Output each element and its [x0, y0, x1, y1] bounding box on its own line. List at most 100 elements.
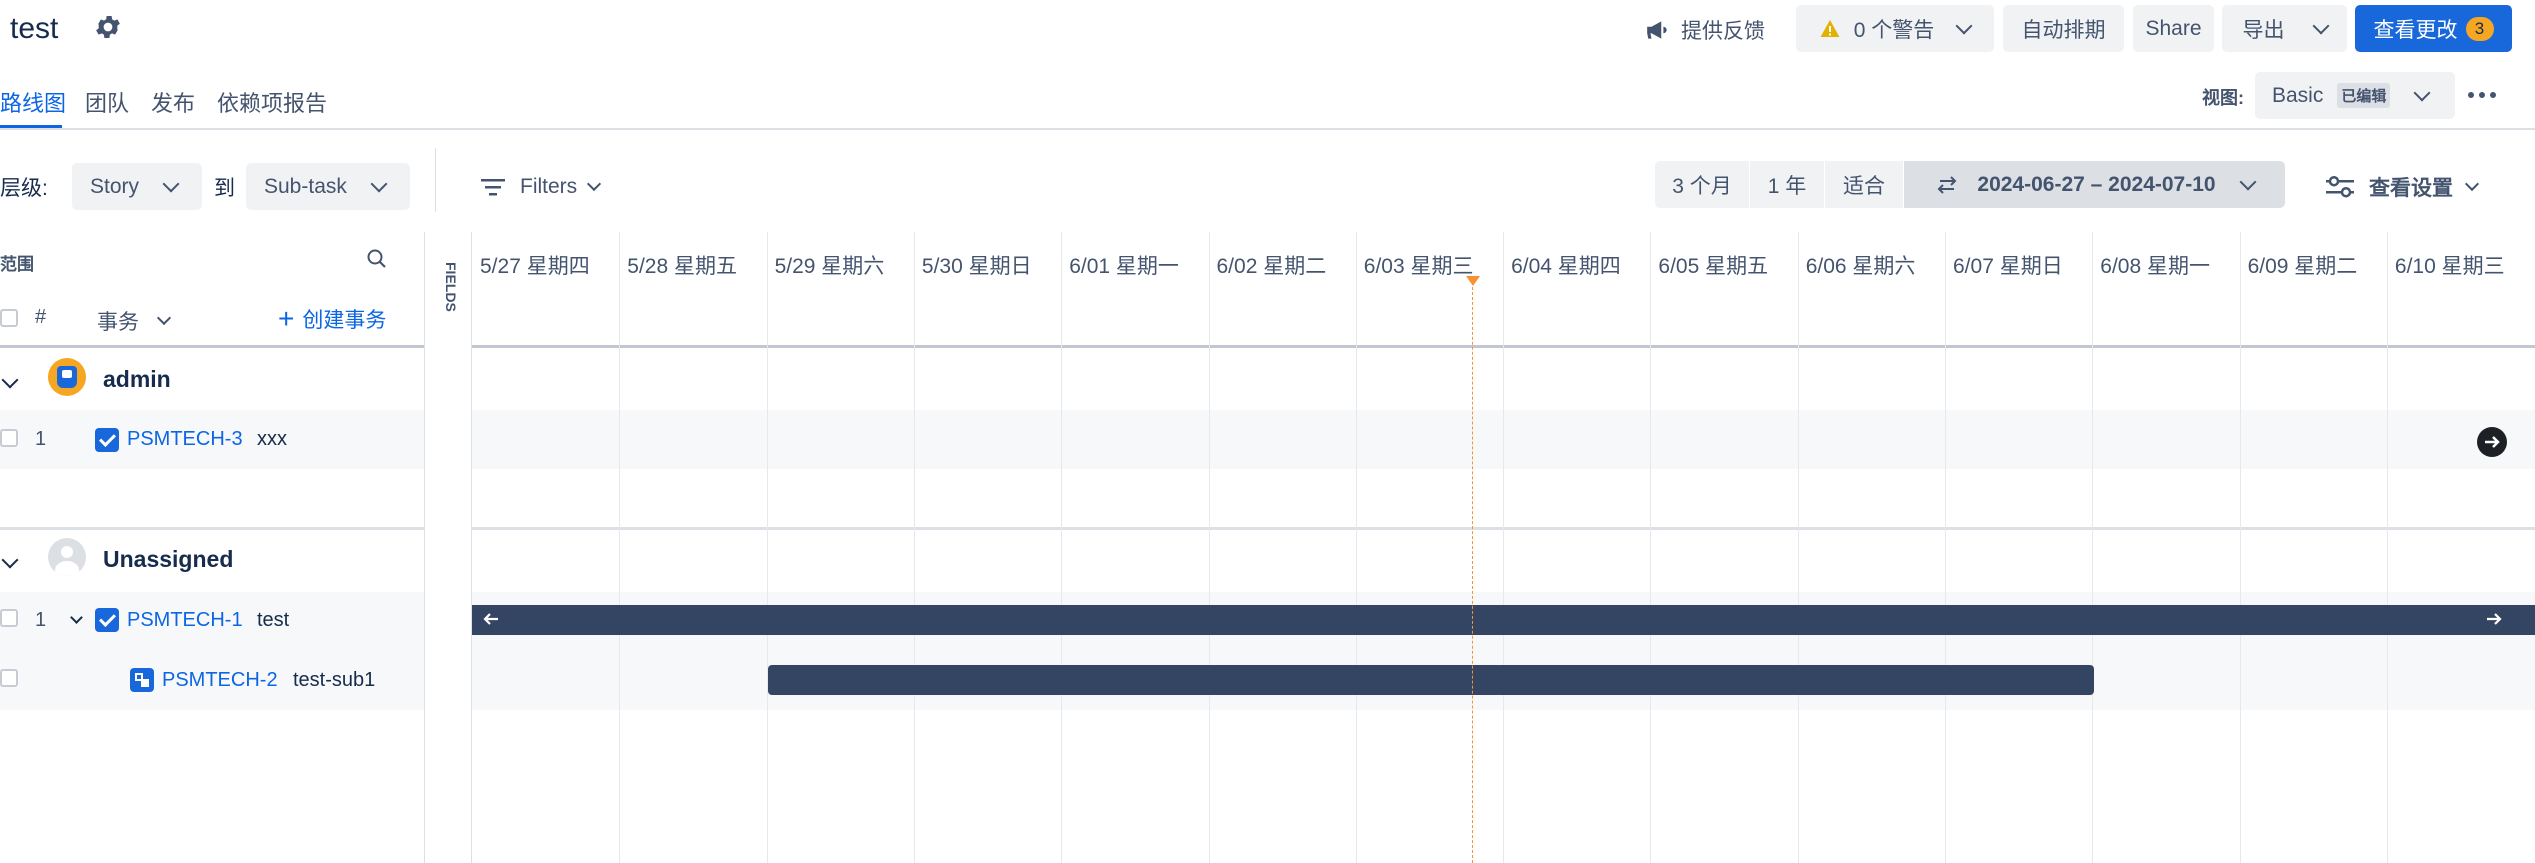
- to-label: 到: [214, 177, 235, 200]
- tab-teams[interactable]: 团队: [85, 86, 129, 118]
- timeline-grid-line: [2239, 232, 2241, 863]
- warning-icon: [1820, 19, 1840, 39]
- issue-key-link[interactable]: PSMTECH-3: [127, 428, 243, 451]
- issue-summary: test-sub1: [293, 669, 376, 691]
- timeline-date-header: 5/30 星期日: [921, 255, 1032, 278]
- timeline-grid-line: [1355, 232, 1357, 863]
- feedback-button[interactable]: 提供反馈: [1645, 10, 1775, 50]
- column-number: #: [35, 306, 47, 328]
- warnings-label: 0 个警告: [1853, 18, 1935, 42]
- view-label: 视图:: [2202, 88, 2244, 108]
- select-all-checkbox[interactable]: [0, 309, 18, 327]
- issue-column-header[interactable]: 事务: [97, 306, 172, 336]
- timeline-bar[interactable]: [768, 665, 2094, 695]
- today-marker: [1472, 282, 1473, 863]
- page-title: test: [10, 12, 59, 45]
- auto-schedule-button[interactable]: 自动排期: [2003, 5, 2124, 52]
- create-issue-button[interactable]: + 创建事务: [278, 304, 386, 334]
- fields-toggle[interactable]: FIELDS: [443, 262, 459, 322]
- view-settings-button[interactable]: 查看设置: [2325, 166, 2490, 208]
- arrow-left-icon: [482, 609, 500, 634]
- fields-column: [424, 232, 472, 863]
- story-type-icon: [95, 608, 119, 632]
- tab-roadmap[interactable]: 路线图: [0, 86, 66, 118]
- issue-key-link[interactable]: PSMTECH-2: [162, 669, 278, 692]
- level-from-value: Story: [90, 174, 140, 198]
- megaphone-icon: [1645, 19, 1671, 41]
- timeline-date-header: 6/03 星期三: [1363, 255, 1474, 278]
- scope-title: 范围: [0, 255, 34, 274]
- timeline-date-header: 5/28 星期五: [627, 255, 738, 278]
- timeline-date-header: 6/10 星期三: [2394, 255, 2505, 278]
- row-number: 1: [35, 428, 47, 450]
- row-number: 1: [35, 609, 47, 631]
- chevron-down-icon: [587, 176, 602, 192]
- row-checkbox[interactable]: [0, 609, 18, 627]
- group-name: Unassigned: [103, 546, 234, 572]
- view-value: Basic: [2272, 83, 2324, 107]
- chevron-down-icon: [370, 175, 388, 192]
- timeline-date-header: 6/02 星期二: [1216, 255, 1327, 278]
- gear-icon[interactable]: [93, 12, 123, 42]
- range-1-year[interactable]: 1 年: [1750, 161, 1824, 208]
- today-marker-head: [1466, 276, 1480, 286]
- create-issue-label: 创建事务: [302, 309, 387, 332]
- level-label: 层级:: [0, 177, 48, 200]
- avatar: [48, 358, 86, 396]
- edited-badge: 已编辑: [2337, 83, 2391, 108]
- timeline-grid-line: [1797, 232, 1799, 863]
- group-separator: [0, 527, 424, 530]
- review-changes-button[interactable]: 查看更改 3: [2355, 5, 2512, 52]
- date-range-value: 2024-06-27 – 2024-07-10: [1977, 172, 2216, 196]
- timeline-date-header: 6/09 星期二: [2247, 255, 2358, 278]
- share-button[interactable]: Share: [2133, 5, 2214, 52]
- timeline-date-header: 6/05 星期五: [1658, 255, 1769, 278]
- collapse-group-unassigned[interactable]: [1, 551, 19, 569]
- issue-summary: xxx: [257, 428, 287, 450]
- range-3-months[interactable]: 3 个月: [1655, 161, 1749, 208]
- export-label: 导出: [2242, 18, 2285, 42]
- sliders-icon: [2325, 175, 2355, 199]
- chevron-down-icon: [1955, 17, 1973, 34]
- filters-button[interactable]: Filters: [480, 166, 615, 208]
- timeline-date-header: 5/27 星期四: [480, 255, 590, 278]
- level-to-value: Sub-task: [264, 174, 347, 198]
- level-from-select[interactable]: Story: [72, 163, 202, 210]
- chevron-down-icon: [2239, 173, 2257, 190]
- timeline-grid-line: [766, 232, 768, 863]
- timeline-date-header: 6/04 星期四: [1511, 255, 1621, 278]
- chevron-down-icon: [156, 310, 172, 326]
- warnings-button[interactable]: 0 个警告: [1796, 5, 1994, 52]
- row-checkbox[interactable]: [0, 669, 18, 687]
- chevron-down-icon: [2413, 84, 2431, 101]
- more-options-icon[interactable]: [2468, 84, 2502, 106]
- chevron-down-icon: [2464, 176, 2480, 192]
- swap-icon: [1935, 175, 1959, 195]
- issue-column-label: 事务: [97, 311, 139, 334]
- tab-dependencies-report[interactable]: 依赖项报告: [217, 86, 327, 118]
- view-select[interactable]: Basic 已编辑: [2255, 72, 2455, 119]
- group-name: admin: [103, 366, 171, 392]
- range-fit[interactable]: 适合: [1825, 161, 1903, 208]
- timeline-grid-line: [2092, 232, 2094, 863]
- scroll-to-issue-icon[interactable]: [2477, 427, 2507, 457]
- timeline-grid-line: [1650, 232, 1652, 863]
- collapse-group-admin[interactable]: [1, 371, 19, 389]
- timeline-date-header: 5/29 星期六: [774, 255, 885, 278]
- chevron-down-icon: [2312, 17, 2329, 34]
- timeline-bar[interactable]: [472, 605, 2535, 635]
- tab-releases[interactable]: 发布: [151, 86, 195, 118]
- tabs-divider: [0, 128, 2535, 130]
- chevron-down-icon: [162, 175, 180, 192]
- timeline-grid-line: [619, 232, 621, 863]
- timeline-grid-line: [1503, 232, 1505, 863]
- date-range-picker[interactable]: 2024-06-27 – 2024-07-10: [1904, 161, 2285, 208]
- timeline-date-header: 6/08 星期一: [2100, 255, 2211, 278]
- timeline-date-header: 6/07 星期日: [1953, 255, 2063, 278]
- review-changes-label: 查看更改: [2373, 18, 2458, 42]
- row-checkbox[interactable]: [0, 429, 18, 447]
- search-icon[interactable]: [366, 248, 388, 270]
- export-button[interactable]: 导出: [2222, 5, 2347, 52]
- issue-key-link[interactable]: PSMTECH-1: [127, 609, 243, 632]
- level-to-select[interactable]: Sub-task: [246, 163, 410, 210]
